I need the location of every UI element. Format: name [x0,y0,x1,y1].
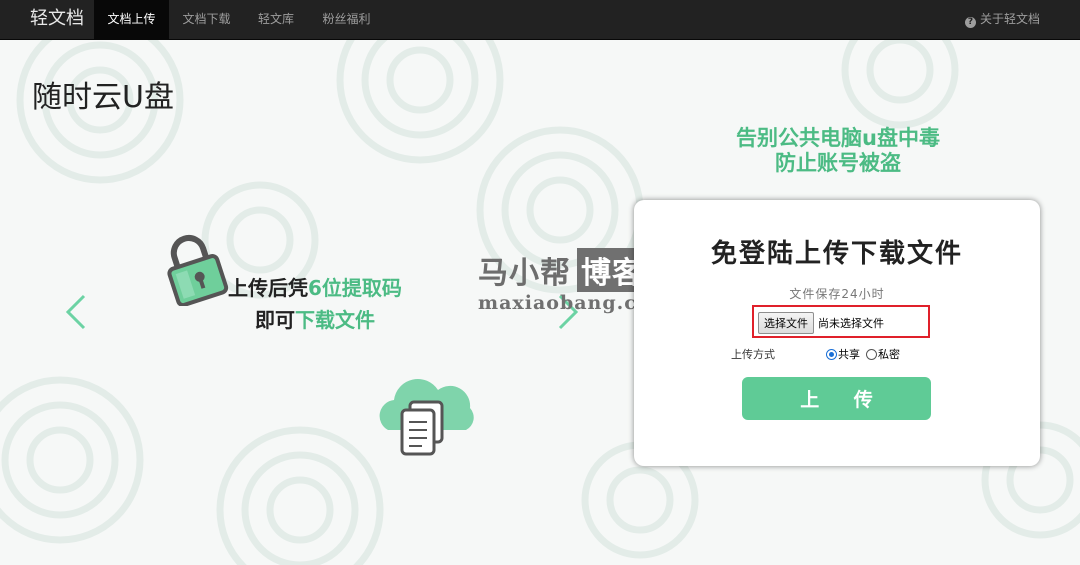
slide-line2-prefix: 即可 [255,308,295,332]
radio-share[interactable] [826,348,837,360]
question-circle-icon: ? [964,17,976,28]
card-title: 免登陆上传下载文件 [710,239,963,269]
nav-item-upload[interactable]: 文档上传 [94,0,169,40]
card-subtitle: 文件保存24小时 [789,287,885,301]
mode-private-option[interactable]: 私密 [866,346,900,362]
slogan: 告别公共电脑u盘中毒 防止账号被盗 [690,126,986,176]
slide-text-line-2: 即可下载文件 [255,304,375,333]
lock-icon [167,234,229,306]
chevron-left-icon[interactable] [62,292,92,332]
mode-share-label: 共享 [838,348,860,361]
brand-logo[interactable]: 轻文档 [30,0,84,40]
cloud-document-icon [379,378,474,456]
choose-file-button[interactable]: 选择文件 [758,312,814,334]
upload-button[interactable]: 上 传 [742,377,931,420]
slide-text-line-1: 上传后凭6位提取码 [228,272,402,301]
watermark-text: 马小帮 博客 [478,248,647,292]
radio-private[interactable] [866,348,877,360]
nav-item-about[interactable]: ? 关于轻文档 [964,0,1040,40]
about-label: 关于轻文档 [979,12,1040,26]
upload-mode-label: 上传方式 [731,348,775,361]
nav-item-download[interactable]: 文档下载 [169,0,244,40]
slide-line1-prefix: 上传后凭 [228,276,308,300]
watermark-cn: 马小帮 [478,256,571,291]
slide-line2-highlight: 下载文件 [295,308,375,332]
nav-item-library[interactable]: 轻文库 [244,0,308,40]
slogan-line-2: 防止账号被盗 [775,151,901,175]
slogan-line-1: 告别公共电脑u盘中毒 [736,126,940,150]
page-title: 随时云U盘 [32,80,174,115]
nav-item-fan-benefits[interactable]: 粉丝福利 [308,0,385,40]
slide-line1-highlight: 6位提取码 [308,276,402,300]
file-status: 尚未选择文件 [818,317,884,330]
top-navbar: 轻文档 文档上传 文档下载 轻文库 粉丝福利 ? 关于轻文档 [0,0,1080,40]
mode-share-option[interactable]: 共享 [826,346,860,362]
file-input[interactable]: 选择文件 尚未选择文件 [754,308,930,338]
upload-card: 免登陆上传下载文件 文件保存24小时 选择文件 尚未选择文件 上传方式 共享 私… [634,200,1040,466]
mode-private-label: 私密 [878,348,900,361]
